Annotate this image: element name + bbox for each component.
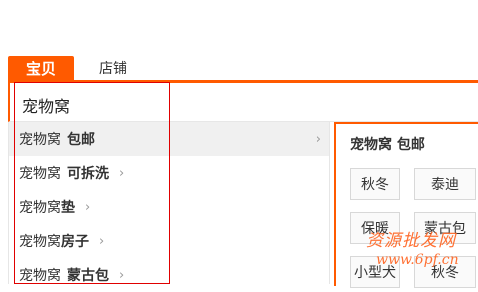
- tag-button[interactable]: 秋冬: [350, 168, 400, 200]
- detail-title: 宠物窝 包邮: [350, 137, 425, 153]
- chevron-right-icon: ›: [315, 131, 321, 147]
- watermark-url: www.6pf.cn: [376, 252, 459, 268]
- tag-button[interactable]: 泰迪: [414, 168, 476, 200]
- top-spacer: [0, 0, 478, 52]
- annotation-outline: [14, 82, 170, 284]
- watermark-text: 资源批发网: [366, 231, 456, 251]
- tab-baobei[interactable]: 宝贝: [8, 56, 74, 80]
- search-tabs: 宝贝 店铺: [0, 52, 478, 80]
- watermark: 资源批发网 www.6pf.cn: [356, 226, 478, 276]
- tab-dianpu[interactable]: 店铺: [84, 56, 142, 80]
